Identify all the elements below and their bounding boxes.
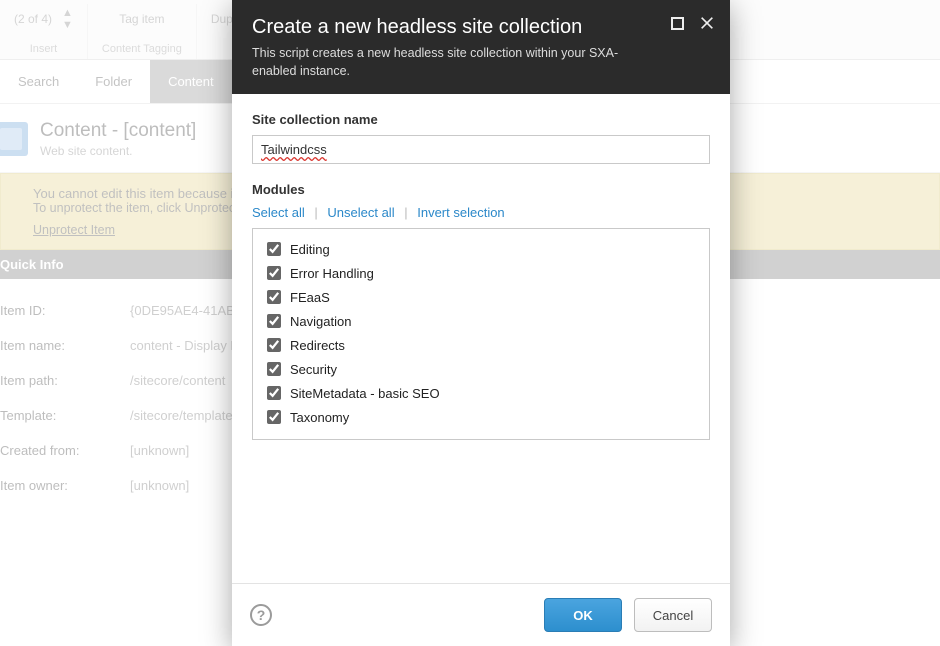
field-key: Item path:: [0, 373, 130, 388]
cancel-button[interactable]: Cancel: [634, 598, 712, 632]
invert-selection-link[interactable]: Invert selection: [417, 205, 504, 220]
close-icon: [699, 15, 715, 31]
module-checkbox[interactable]: [267, 386, 281, 400]
module-label: Navigation: [290, 314, 351, 329]
name-input-value: Tailwindcss: [261, 142, 327, 157]
module-checkbox[interactable]: [267, 410, 281, 424]
dialog-body: Site collection name Tailwindcss Modules…: [232, 94, 730, 583]
site-collection-name-input[interactable]: Tailwindcss: [252, 135, 710, 164]
dialog-title: Create a new headless site collection: [252, 16, 630, 39]
module-item[interactable]: SiteMetadata - basic SEO: [263, 381, 699, 405]
close-button[interactable]: [698, 14, 716, 32]
unprotect-link[interactable]: Unprotect Item: [33, 223, 115, 237]
name-label: Site collection name: [252, 112, 710, 127]
create-site-collection-dialog: Create a new headless site collection Th…: [232, 0, 730, 646]
help-button[interactable]: ?: [250, 604, 272, 626]
field-key: Item name:: [0, 338, 130, 353]
module-label: Editing: [290, 242, 330, 257]
help-icon: ?: [257, 607, 266, 623]
maximize-button[interactable]: [668, 14, 686, 32]
module-checkbox[interactable]: [267, 266, 281, 280]
module-item[interactable]: Taxonomy: [263, 405, 699, 429]
module-item[interactable]: Navigation: [263, 309, 699, 333]
select-all-link[interactable]: Select all: [252, 205, 305, 220]
field-key: Item ID:: [0, 303, 130, 318]
content-icon: [0, 122, 28, 156]
tab-folder[interactable]: Folder: [77, 60, 150, 103]
module-checkbox[interactable]: [267, 290, 281, 304]
ribbon-group-tagging: Content Tagging: [102, 43, 182, 55]
page-title: Content - [content]: [40, 120, 196, 142]
module-label: SiteMetadata - basic SEO: [290, 386, 440, 401]
page-subtitle: Web site content.: [40, 144, 196, 158]
module-label: Redirects: [290, 338, 345, 353]
tag-item-button[interactable]: Tag item: [119, 12, 164, 26]
ribbon-pager[interactable]: (2 of 4): [14, 12, 52, 26]
module-checkbox[interactable]: [267, 362, 281, 376]
module-checkbox[interactable]: [267, 242, 281, 256]
dialog-description: This script creates a new headless site …: [252, 45, 652, 80]
unselect-all-link[interactable]: Unselect all: [327, 205, 394, 220]
module-checkbox[interactable]: [267, 314, 281, 328]
module-item[interactable]: FEaaS: [263, 285, 699, 309]
module-item[interactable]: Security: [263, 357, 699, 381]
modules-label: Modules: [252, 182, 710, 197]
module-item[interactable]: Error Handling: [263, 261, 699, 285]
dialog-footer: ? OK Cancel: [232, 583, 730, 646]
module-label: FEaaS: [290, 290, 330, 305]
module-selection-links: Select all | Unselect all | Invert selec…: [252, 205, 710, 220]
modules-list: Editing Error Handling FEaaS Navigation …: [252, 228, 710, 440]
field-key: Created from:: [0, 443, 130, 458]
field-value: [unknown]: [130, 478, 189, 493]
tab-search[interactable]: Search: [0, 60, 77, 103]
ribbon-group-insert: Insert: [30, 43, 58, 55]
module-item[interactable]: Editing: [263, 237, 699, 261]
module-item[interactable]: Redirects: [263, 333, 699, 357]
field-key: Template:: [0, 408, 130, 423]
module-checkbox[interactable]: [267, 338, 281, 352]
dialog-header: Create a new headless site collection Th…: [232, 0, 730, 94]
field-value: /sitecore/content: [130, 373, 225, 388]
tab-content[interactable]: Content: [150, 60, 232, 103]
maximize-icon: [671, 17, 684, 30]
module-label: Security: [290, 362, 337, 377]
field-key: Item owner:: [0, 478, 130, 493]
module-label: Error Handling: [290, 266, 374, 281]
ok-button[interactable]: OK: [544, 598, 622, 632]
module-label: Taxonomy: [290, 410, 349, 425]
field-value: [unknown]: [130, 443, 189, 458]
